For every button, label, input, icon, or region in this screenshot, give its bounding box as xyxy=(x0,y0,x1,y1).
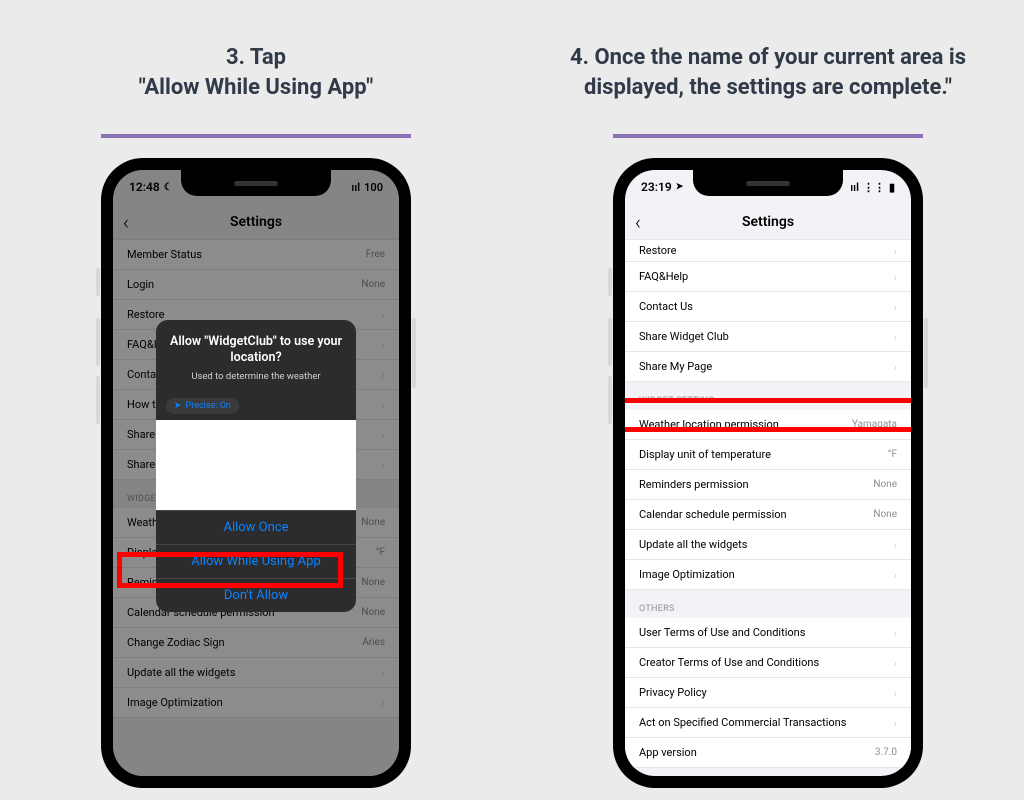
heading-underline xyxy=(101,134,411,138)
phone-side-button xyxy=(96,376,100,424)
signal-icon: ııl xyxy=(850,181,859,194)
list-item[interactable]: Act on Specified Commercial Transactions… xyxy=(625,708,911,738)
list-item[interactable]: Update all the widgets› xyxy=(625,530,911,560)
back-button[interactable]: ‹ xyxy=(635,210,641,234)
map-preview xyxy=(156,420,356,510)
weather-location-row[interactable]: Weather location permissionYamagata xyxy=(625,410,911,440)
nav-bar: ‹ Settings xyxy=(625,204,911,240)
list-item[interactable]: FAQ&Help› xyxy=(625,262,911,292)
settings-list: Restore› FAQ&Help› Contact Us› Share Wid… xyxy=(625,240,911,382)
list-item[interactable]: Share Widget Club› xyxy=(625,322,911,352)
phone-notch xyxy=(181,170,331,196)
list-item[interactable]: Creator Terms of Use and Conditions› xyxy=(625,648,911,678)
phone-side-button xyxy=(96,318,100,366)
step-3-heading: 3. Tap "Allow While Using App" xyxy=(139,18,374,128)
list-item[interactable]: User Terms of Use and Conditions› xyxy=(625,618,911,648)
precise-location-toggle[interactable]: ➤ Precise: On xyxy=(166,398,239,414)
nav-title: Settings xyxy=(742,214,794,230)
phone-side-button xyxy=(412,318,416,388)
phone-screen-left: 12:48 ☾ ııl 100 ‹ Settings Member Status… xyxy=(113,170,399,776)
battery-icon: ▮ xyxy=(889,181,895,194)
phone-side-button xyxy=(96,268,100,296)
location-arrow-icon: ➤ xyxy=(676,182,684,192)
status-time: 23:19 xyxy=(641,180,672,194)
dialog-title: Allow "WidgetClub" to use your location? xyxy=(168,334,344,367)
list-item[interactable]: Image Optimization› xyxy=(625,560,911,590)
section-header: OTHERS xyxy=(625,590,911,618)
list-item[interactable]: Restore› xyxy=(625,240,911,262)
list-item[interactable]: Contact Us› xyxy=(625,292,911,322)
list-item[interactable]: Calendar schedule permissionNone xyxy=(625,500,911,530)
phone-notch xyxy=(693,170,843,196)
dont-allow-button[interactable]: Don't Allow xyxy=(156,578,356,612)
dialog-subtitle: Used to determine the weather xyxy=(168,371,344,382)
location-arrow-icon: ➤ xyxy=(174,401,182,411)
phone-side-button xyxy=(608,268,612,296)
heading-underline xyxy=(613,134,923,138)
section-header: WIDGET SETTING xyxy=(625,382,911,410)
list-item[interactable]: Share My Page› xyxy=(625,352,911,382)
step-3-column: 3. Tap "Allow While Using App" 12:48 ☾ ı… xyxy=(0,0,512,800)
wifi-icon: ⋮⋮ xyxy=(863,181,885,194)
allow-once-button[interactable]: Allow Once xyxy=(156,510,356,544)
phone-mockup-left: 12:48 ☾ ııl 100 ‹ Settings Member Status… xyxy=(101,158,411,788)
step-4-heading: 4. Once the name of your current area is… xyxy=(522,18,1014,128)
phone-side-button xyxy=(608,376,612,424)
list-item[interactable]: Privacy Policy› xyxy=(625,678,911,708)
step-4-column: 4. Once the name of your current area is… xyxy=(512,0,1024,800)
list-item[interactable]: Display unit of temperature°F xyxy=(625,440,911,470)
allow-while-using-button[interactable]: Allow While Using App xyxy=(156,544,356,578)
list-item[interactable]: App version3.7.0 xyxy=(625,738,911,768)
phone-side-button xyxy=(608,318,612,366)
location-permission-dialog: Allow "WidgetClub" to use your location?… xyxy=(156,320,356,612)
phone-mockup-right: 23:19 ➤ ııl ⋮⋮ ▮ ‹ Settings Restore› FAQ… xyxy=(613,158,923,788)
phone-screen-right: 23:19 ➤ ııl ⋮⋮ ▮ ‹ Settings Restore› FAQ… xyxy=(625,170,911,776)
phone-side-button xyxy=(924,318,928,388)
list-item[interactable]: Reminders permissionNone xyxy=(625,470,911,500)
